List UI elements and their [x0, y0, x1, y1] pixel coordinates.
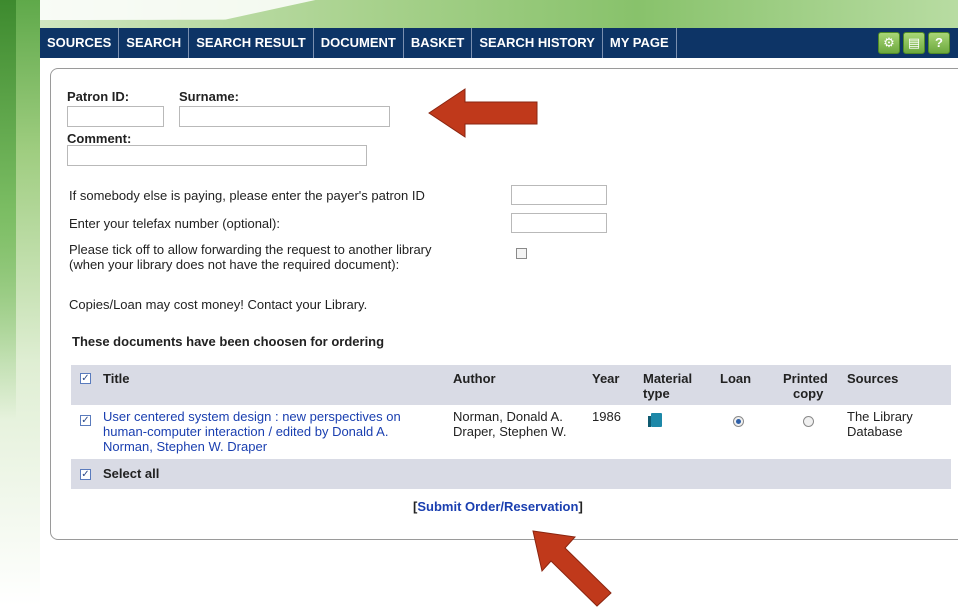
- payer-id-input[interactable]: [511, 185, 607, 205]
- tools-icon[interactable]: ⚙: [878, 32, 900, 54]
- header-printed-2: copy: [793, 386, 824, 401]
- select-all-row: [71, 459, 951, 489]
- row-select-checkbox[interactable]: ✓: [80, 415, 91, 426]
- header-title: Title: [103, 371, 130, 386]
- comment-input[interactable]: [67, 145, 367, 166]
- background-decoration-left-dark: [0, 0, 16, 420]
- order-panel: Patron ID: Surname: Comment: If somebody…: [50, 68, 958, 540]
- patron-id-input[interactable]: [67, 106, 164, 127]
- annotation-arrow-up: [532, 530, 612, 607]
- forward-text-line1: Please tick off to allow forwarding the …: [69, 242, 432, 257]
- cost-notice: Copies/Loan may cost money! Contact your…: [69, 297, 368, 312]
- nav-search-result[interactable]: SEARCH RESULT: [189, 28, 314, 58]
- chosen-heading: These documents have been choosen for or…: [72, 334, 385, 349]
- annotation-arrow-left: [428, 88, 538, 138]
- row-author-line1: Norman, Donald A.: [453, 409, 563, 424]
- nav-sources[interactable]: SOURCES: [40, 28, 120, 58]
- header-select-checkbox[interactable]: ✓: [80, 373, 91, 384]
- header-material-2: type: [643, 386, 670, 401]
- submit-bracket-close: ]: [578, 499, 583, 514]
- row-title-line1[interactable]: User centered system design : new perspe…: [103, 409, 401, 424]
- forward-checkbox[interactable]: [516, 248, 527, 259]
- surname-input[interactable]: [179, 106, 390, 127]
- header-author: Author: [453, 371, 496, 386]
- row-title-line3[interactable]: Norman, Stephen W. Draper: [103, 439, 267, 454]
- patron-id-label: Patron ID:: [67, 89, 130, 104]
- nav-tools: ⚙ ▤ ?: [878, 32, 958, 54]
- submit-order-link[interactable]: Submit Order/Reservation: [417, 499, 578, 514]
- comment-label: Comment:: [67, 131, 132, 146]
- header-loan: Loan: [720, 371, 752, 386]
- header-printed-1: Printed: [783, 371, 828, 386]
- header-sources: Sources: [847, 371, 899, 386]
- row-source-line1: The Library: [847, 409, 913, 424]
- loan-radio[interactable]: [733, 416, 744, 427]
- book-icon: [648, 413, 662, 427]
- telefax-input[interactable]: [511, 213, 607, 233]
- row-year: 1986: [592, 409, 621, 424]
- header-year: Year: [592, 371, 620, 386]
- nav-search-history[interactable]: SEARCH HISTORY: [472, 28, 603, 58]
- header-material-1: Material: [643, 371, 693, 386]
- row-title-line2[interactable]: human-computer interaction / edited by D…: [103, 424, 388, 439]
- surname-label: Surname:: [179, 89, 239, 104]
- row-source-line2: Database: [847, 424, 903, 439]
- nav-basket[interactable]: BASKET: [404, 28, 473, 58]
- help-icon[interactable]: ?: [928, 32, 950, 54]
- nav-search[interactable]: SEARCH: [119, 28, 190, 58]
- printed-copy-radio[interactable]: [803, 416, 814, 427]
- main-navbar: SOURCES SEARCH SEARCH RESULT DOCUMENT BA…: [40, 28, 958, 58]
- row-author-line2: Draper, Stephen W.: [453, 424, 567, 439]
- forward-text-line2: (when your library does not have the req…: [69, 257, 400, 272]
- nav-my-page[interactable]: MY PAGE: [603, 28, 677, 58]
- nav-document[interactable]: DOCUMENT: [314, 28, 404, 58]
- payer-text: If somebody else is paying, please enter…: [69, 188, 425, 203]
- print-icon[interactable]: ▤: [903, 32, 925, 54]
- select-all-label: Select all: [103, 466, 160, 481]
- telefax-text: Enter your telefax number (optional):: [69, 216, 280, 231]
- select-all-checkbox[interactable]: ✓: [80, 469, 91, 480]
- submit-link-wrapper: [Submit Order/Reservation]: [413, 499, 583, 514]
